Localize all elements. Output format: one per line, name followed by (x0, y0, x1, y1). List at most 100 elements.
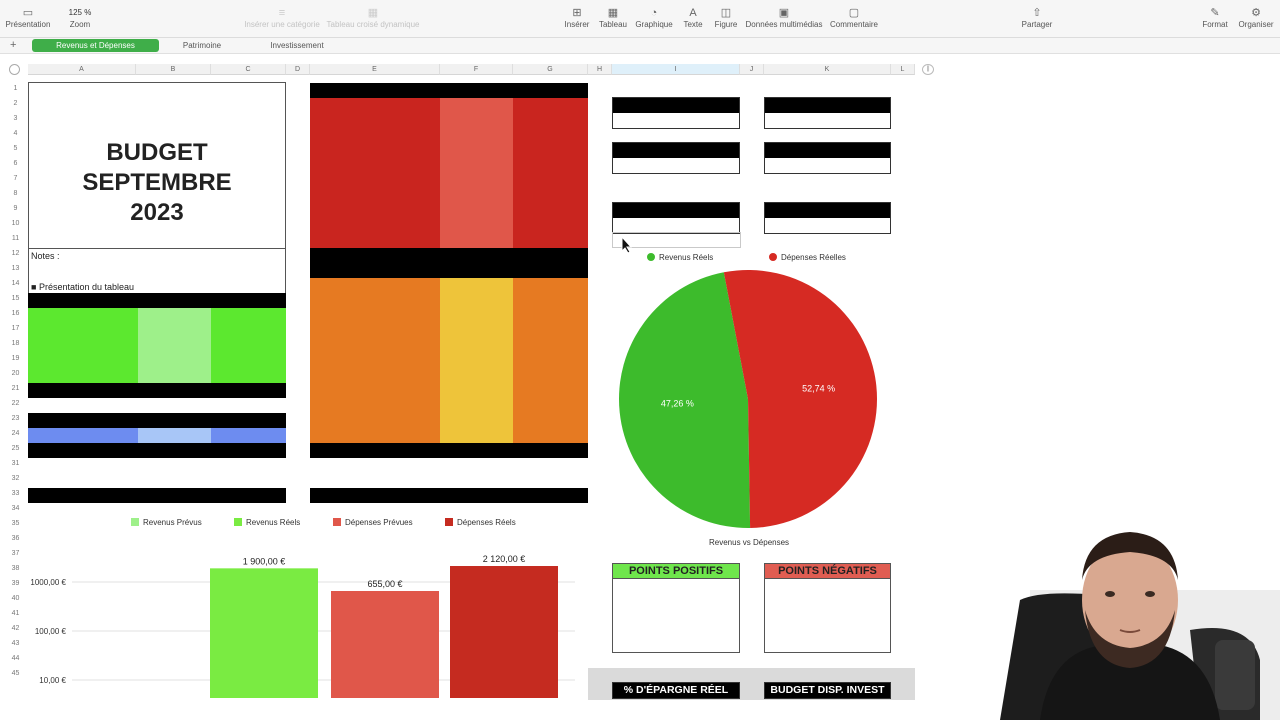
bar-d-penses-r-els[interactable] (450, 566, 558, 698)
tab-patrimoine[interactable]: Patrimoine (165, 39, 239, 52)
variable-row-cell[interactable] (513, 323, 588, 338)
perso-row-cell[interactable] (138, 368, 211, 383)
grand-total-revenus-cell[interactable] (28, 488, 138, 503)
fixed-row-cell[interactable] (440, 218, 513, 233)
row-header[interactable]: 18 (8, 338, 23, 349)
pro-row-cell[interactable] (138, 428, 211, 443)
fixed-head-cell[interactable] (513, 83, 588, 98)
fixed-total-cell[interactable] (440, 248, 513, 263)
grand-total-depenses-cell[interactable] (513, 488, 588, 503)
perso-total-cell[interactable] (28, 383, 138, 398)
perso-row-cell[interactable] (28, 308, 138, 323)
fixed-row-cell[interactable] (513, 233, 588, 248)
fixed-row-cell[interactable] (310, 173, 440, 188)
variable-row-cell[interactable] (440, 398, 513, 413)
variable-row-cell[interactable] (440, 413, 513, 428)
tab-investissement[interactable]: Investissement (250, 39, 344, 52)
pie-chart[interactable]: 47,26 % 52,74 % (615, 266, 881, 532)
variable-row-cell[interactable] (513, 398, 588, 413)
presentation-link[interactable]: ■ Présentation du tableau (31, 282, 134, 292)
text-button[interactable]: A Texte (680, 6, 706, 29)
organize-button[interactable]: ⚙ Organiser (1236, 6, 1276, 29)
col-header-i[interactable]: I (612, 64, 740, 75)
perso-row-cell[interactable] (138, 308, 211, 323)
fixed-row-cell[interactable] (440, 98, 513, 113)
row-header[interactable]: 33 (8, 488, 23, 499)
pro-head-cell[interactable] (138, 413, 211, 428)
variable-row-cell[interactable] (310, 398, 440, 413)
fixed-row-cell[interactable] (440, 188, 513, 203)
variable-row-cell[interactable] (310, 323, 440, 338)
media-button[interactable]: ▣ Données multimédias (744, 6, 824, 29)
fixed-row-cell[interactable] (513, 113, 588, 128)
fixed-row-cell[interactable] (310, 143, 440, 158)
row-header[interactable]: 1 (8, 83, 23, 94)
format-button[interactable]: ✎ Format (1198, 6, 1232, 29)
row-header[interactable]: 35 (8, 518, 23, 529)
fixed-row-cell[interactable] (513, 188, 588, 203)
fixed-row-cell[interactable] (310, 203, 440, 218)
insert-button[interactable]: ⊞ Insérer (562, 6, 592, 29)
fixed-row-cell[interactable] (513, 98, 588, 113)
summary-card[interactable] (612, 202, 740, 234)
variable-total-cell[interactable] (310, 443, 440, 458)
variable-row-cell[interactable] (310, 278, 440, 293)
row-header[interactable]: 36 (8, 533, 23, 544)
col-header-c[interactable]: C (211, 64, 286, 75)
add-sheet-icon[interactable]: + (10, 39, 16, 51)
row-header[interactable]: 6 (8, 158, 23, 169)
variable-row-cell[interactable] (440, 308, 513, 323)
tab-revenus-depenses[interactable]: Revenus et Dépenses (32, 39, 159, 52)
fixed-row-cell[interactable] (440, 143, 513, 158)
fixed-row-cell[interactable] (513, 173, 588, 188)
perso-head-cell[interactable] (211, 293, 286, 308)
variable-row-cell[interactable] (513, 293, 588, 308)
column-handle-icon[interactable]: || (922, 64, 934, 75)
invest-card[interactable]: BUDGET DISP. INVEST (764, 682, 891, 699)
variable-row-cell[interactable] (310, 368, 440, 383)
row-header[interactable]: 23 (8, 413, 23, 424)
fixed-row-cell[interactable] (513, 143, 588, 158)
fixed-row-cell[interactable] (310, 218, 440, 233)
fixed-row-cell[interactable] (310, 233, 440, 248)
variable-row-cell[interactable] (513, 278, 588, 293)
row-header[interactable]: 14 (8, 278, 23, 289)
pro-total-cell[interactable] (138, 443, 211, 458)
col-header-g[interactable]: G (513, 64, 588, 75)
variable-row-cell[interactable] (513, 413, 588, 428)
variable-row-cell[interactable] (513, 353, 588, 368)
perso-row-cell[interactable] (138, 353, 211, 368)
variable-row-cell[interactable] (440, 428, 513, 443)
bar-chart[interactable]: 1000,00 € 100,00 € 10,00 € 1 900,00 € 655,00… (20, 548, 590, 698)
perso-row-cell[interactable] (138, 323, 211, 338)
row-header[interactable]: 22 (8, 398, 23, 409)
fixed-row-cell[interactable] (440, 158, 513, 173)
pivot-button[interactable]: ▦ Tableau croisé dynamique (326, 6, 420, 29)
perso-row-cell[interactable] (211, 353, 286, 368)
pro-head-cell[interactable] (28, 413, 138, 428)
variable-row-cell[interactable] (310, 413, 440, 428)
variable-row-cell[interactable] (440, 323, 513, 338)
summary-card[interactable] (612, 97, 740, 129)
insert-category-button[interactable]: ≡ Insérer une catégorie (240, 6, 324, 29)
row-header[interactable]: 24 (8, 428, 23, 439)
row-header[interactable]: 10 (8, 218, 23, 229)
fixed-row-cell[interactable] (440, 233, 513, 248)
summary-card[interactable] (764, 202, 891, 234)
variable-row-cell[interactable] (513, 368, 588, 383)
fixed-row-cell[interactable] (440, 173, 513, 188)
row-header[interactable]: 4 (8, 128, 23, 139)
fixed-row-cell[interactable] (310, 158, 440, 173)
row-header[interactable]: 25 (8, 443, 23, 454)
pro-head-cell[interactable] (211, 413, 286, 428)
grand-total-revenus-cell[interactable] (211, 488, 286, 503)
pro-total-cell[interactable] (211, 443, 286, 458)
fixed-row-cell[interactable] (310, 98, 440, 113)
variable-row-cell[interactable] (440, 383, 513, 398)
fixed-row-cell[interactable] (513, 158, 588, 173)
perso-row-cell[interactable] (28, 338, 138, 353)
col-header-l[interactable]: L (891, 64, 915, 75)
fixed-row-cell[interactable] (513, 128, 588, 143)
variable-total-cell[interactable] (513, 443, 588, 458)
variable-total-cell[interactable] (440, 443, 513, 458)
